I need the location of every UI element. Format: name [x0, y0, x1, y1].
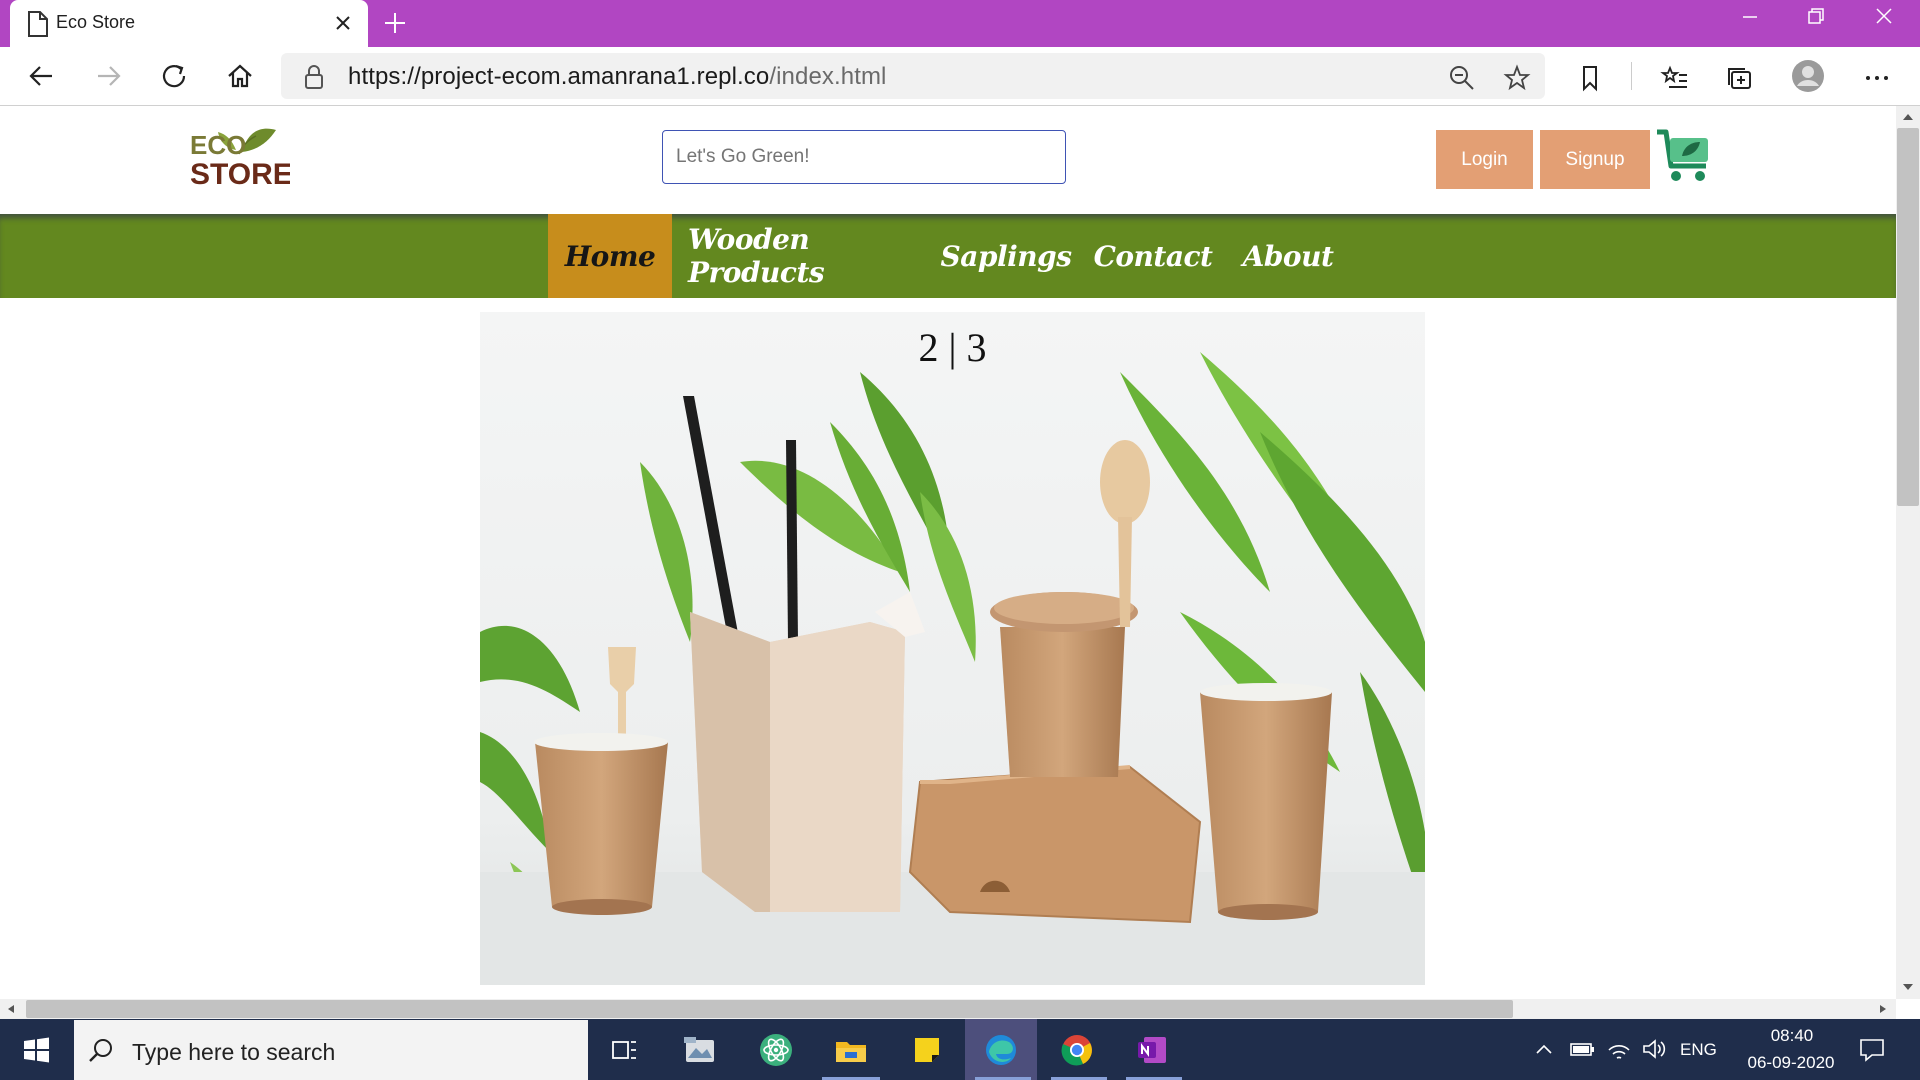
- scroll-up-arrow-icon[interactable]: [1900, 110, 1916, 124]
- taskbar-app-atom-icon[interactable]: [740, 1019, 812, 1080]
- taskbar-app-chrome-icon[interactable]: [1041, 1019, 1113, 1080]
- page-icon: [27, 11, 49, 37]
- taskbar-search-icon: [86, 1036, 116, 1066]
- collections-icon[interactable]: [1720, 58, 1760, 98]
- restore-icon[interactable]: [1786, 0, 1846, 38]
- notifications-icon[interactable]: [1855, 1036, 1889, 1064]
- language-indicator[interactable]: ENG: [1680, 1040, 1717, 1060]
- logo-eco-text: ECO: [190, 130, 246, 160]
- scroll-right-arrow-icon[interactable]: [1876, 1002, 1890, 1016]
- url-host: https://project-ecom.amanrana1.repl.co: [348, 63, 770, 90]
- scroll-left-arrow-icon[interactable]: [4, 1002, 18, 1016]
- site-search-input[interactable]: [662, 130, 1066, 184]
- horizontal-scroll-thumb[interactable]: [26, 1000, 1513, 1018]
- home-icon[interactable]: [220, 56, 260, 96]
- windows-start-icon[interactable]: [14, 1030, 58, 1070]
- taskbar-app-onenote-icon[interactable]: [1116, 1019, 1188, 1080]
- bookmark-icon[interactable]: [1570, 58, 1610, 98]
- volume-icon[interactable]: [1640, 1036, 1668, 1062]
- nav-item-contact[interactable]: Contact: [1094, 214, 1213, 298]
- minimize-icon[interactable]: [1720, 0, 1780, 38]
- signup-button[interactable]: Signup: [1540, 130, 1650, 189]
- more-options-icon[interactable]: [1857, 58, 1897, 98]
- clock-time[interactable]: 08:40: [1762, 1026, 1822, 1046]
- close-tab-icon[interactable]: [330, 10, 356, 36]
- lock-icon[interactable]: [300, 62, 328, 92]
- new-tab-icon[interactable]: [380, 8, 410, 38]
- taskbar-app-photos-icon[interactable]: [664, 1019, 736, 1080]
- taskbar-app-sticky-notes-icon[interactable]: [891, 1019, 963, 1080]
- forward-icon[interactable]: [88, 56, 128, 96]
- slide-image: [480, 312, 1425, 985]
- nav-item-wooden-products[interactable]: Wooden Products: [688, 214, 918, 298]
- favorite-star-icon[interactable]: [1497, 58, 1537, 98]
- slide-counter: 2 | 3: [918, 325, 987, 370]
- clock-date[interactable]: 06-09-2020: [1730, 1053, 1852, 1073]
- toolbar-divider: [1631, 62, 1632, 90]
- battery-icon[interactable]: [1568, 1038, 1596, 1060]
- url-path: /index.html: [769, 63, 887, 90]
- close-window-icon[interactable]: [1854, 0, 1914, 38]
- back-icon[interactable]: [22, 56, 62, 96]
- wifi-icon[interactable]: [1605, 1036, 1633, 1062]
- nav-item-saplings[interactable]: Saplings: [941, 214, 1072, 298]
- logo-store-text: STORE: [190, 158, 290, 190]
- taskbar-search-placeholder: Type here to search: [132, 1039, 336, 1065]
- profile-avatar-icon[interactable]: [1788, 56, 1828, 96]
- favorites-icon[interactable]: [1655, 58, 1695, 98]
- nav-item-home[interactable]: Home: [548, 214, 672, 298]
- tab-title: Eco Store: [56, 12, 136, 32]
- zoom-icon[interactable]: [1442, 58, 1482, 98]
- task-view-icon[interactable]: [588, 1019, 660, 1080]
- refresh-icon[interactable]: [154, 56, 194, 96]
- url-text[interactable]: https://project-ecom.amanrana1.repl.co/i…: [348, 63, 887, 91]
- login-button[interactable]: Login: [1436, 130, 1533, 189]
- show-hidden-icons-icon[interactable]: [1532, 1038, 1556, 1060]
- taskbar-app-edge-icon[interactable]: [965, 1019, 1037, 1080]
- eco-store-logo[interactable]: ECO STORE: [190, 120, 290, 190]
- scroll-down-arrow-icon[interactable]: [1900, 980, 1916, 994]
- slideshow[interactable]: 2 | 3: [480, 312, 1425, 985]
- nav-item-about[interactable]: About: [1240, 214, 1336, 298]
- taskbar-app-file-explorer-icon[interactable]: [815, 1019, 887, 1080]
- cart-icon[interactable]: [1654, 126, 1714, 186]
- vertical-scroll-thumb[interactable]: [1897, 128, 1919, 506]
